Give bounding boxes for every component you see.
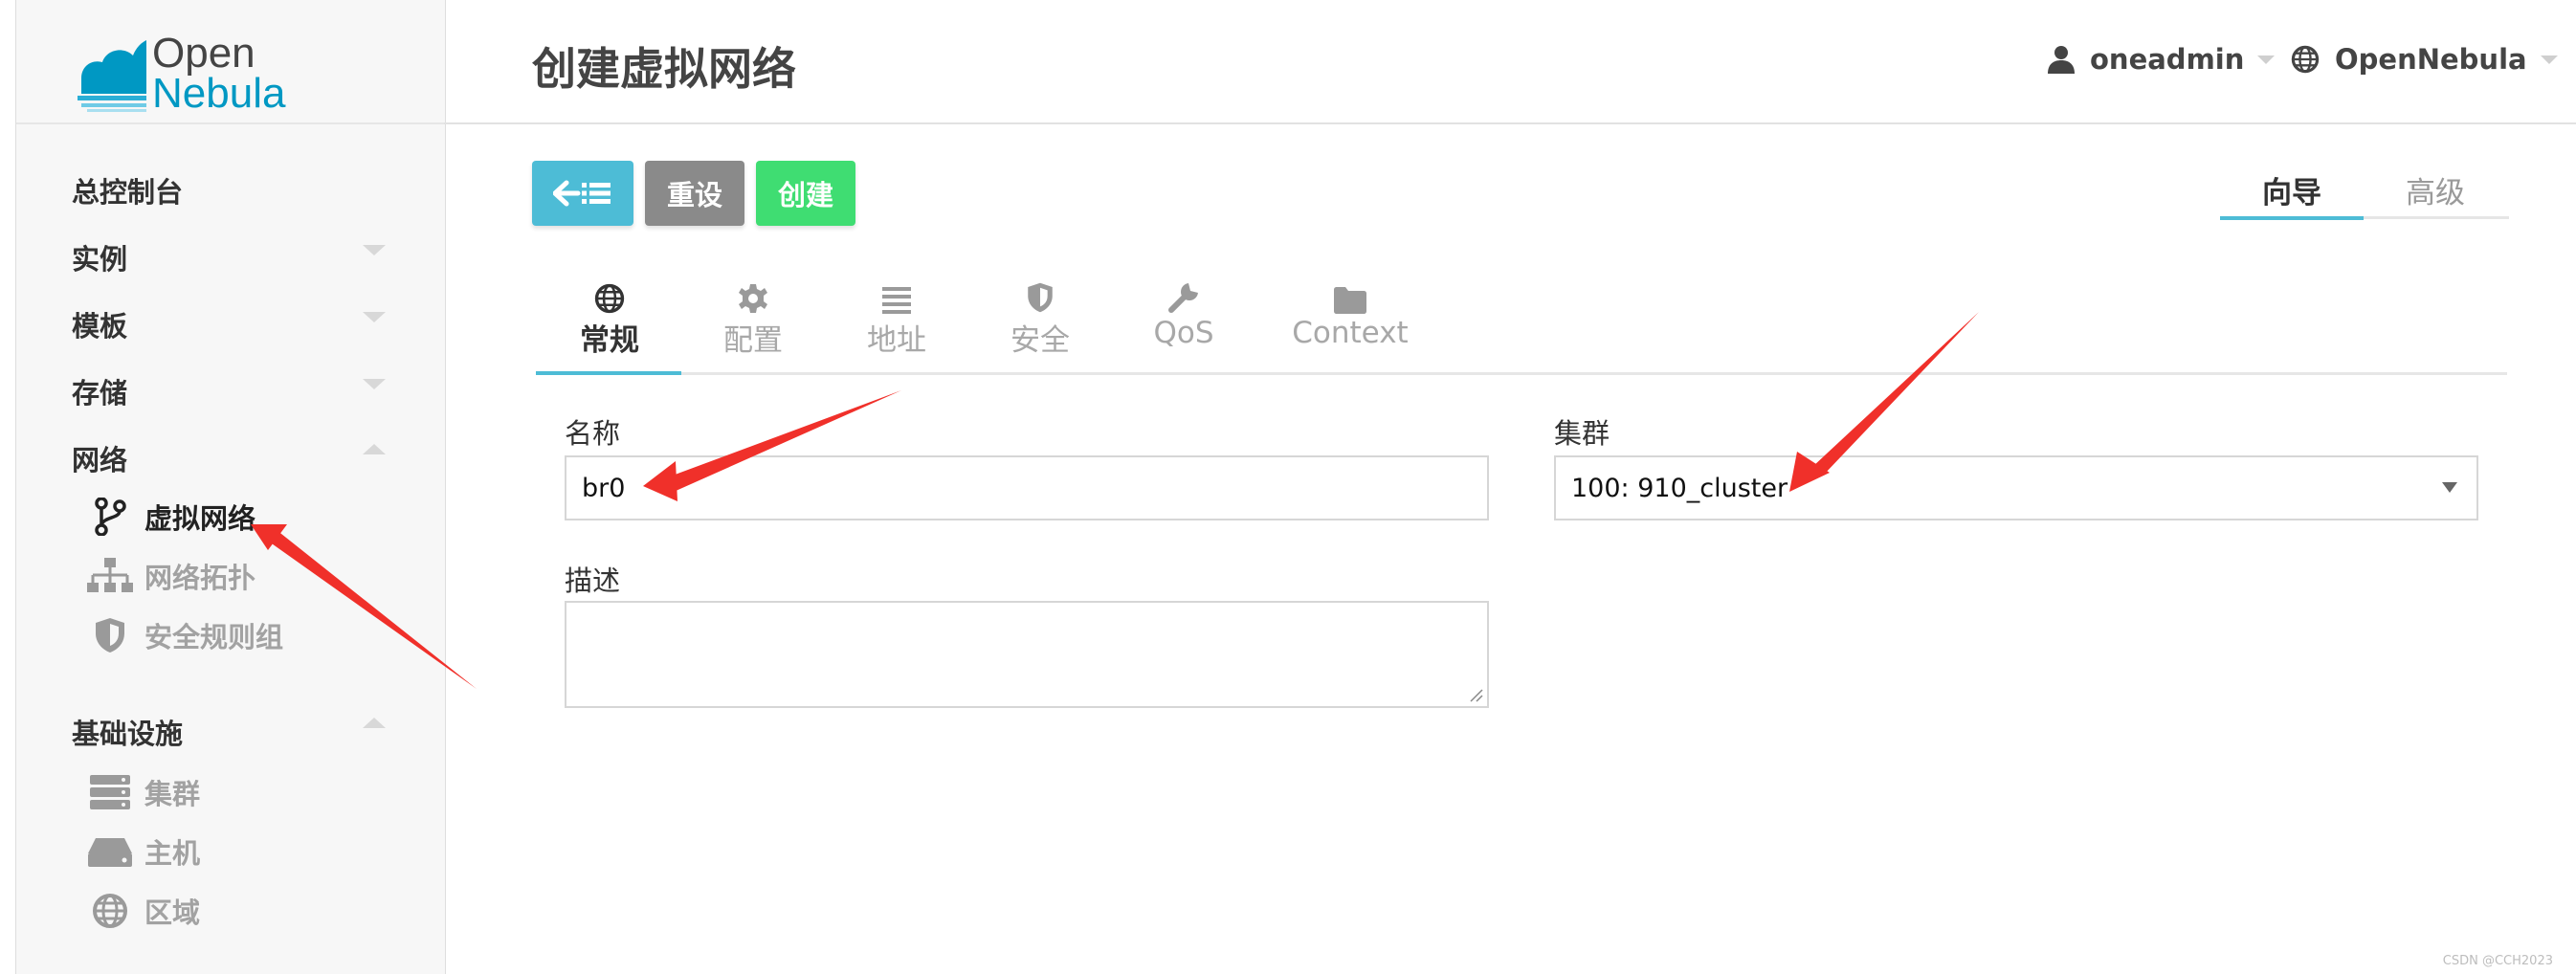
tab-label: QoS (1153, 316, 1214, 350)
name-input[interactable]: br0 (565, 455, 1489, 520)
tab-wizard[interactable]: 向导 (2262, 168, 2321, 212)
sidebar-item-infrastructure[interactable]: 基础设施 (72, 712, 183, 752)
sidebar-item-storage[interactable]: 存储 (72, 371, 127, 411)
page-title: 创建虚拟网络 (532, 43, 796, 95)
sidebar-item-network-topology[interactable]: 网络拓扑 (87, 555, 255, 597)
sidebar-item-network[interactable]: 网络 (72, 438, 127, 478)
zone-name: OpenNebula (2335, 43, 2527, 76)
tab-qos[interactable]: QoS (1121, 277, 1246, 350)
username: oneadmin (2090, 43, 2245, 76)
host-icon (87, 832, 133, 871)
cluster-select[interactable]: 100: 910_cluster (1554, 455, 2478, 520)
folder-icon (1288, 277, 1412, 314)
chevron-down-icon[interactable] (363, 379, 386, 389)
wrench-icon (1121, 277, 1246, 314)
shield-icon (87, 616, 133, 654)
cluster-label: 集群 (1554, 417, 1610, 450)
sidebar-item-label: 虚拟网络 (144, 502, 256, 535)
description-label: 描述 (565, 564, 621, 597)
globe-icon (547, 277, 672, 314)
shield-icon (978, 277, 1102, 314)
dropdown-caret-icon (2442, 482, 2457, 493)
nebula-cloud-icon (78, 40, 146, 112)
sidebar-item-zones[interactable]: 区域 (87, 890, 200, 932)
sidebar-item-security-groups[interactable]: 安全规则组 (87, 614, 283, 656)
cluster-selected-value: 100: 910_cluster (1571, 473, 1788, 503)
back-to-list-button[interactable] (532, 161, 633, 226)
sidebar-item-clusters[interactable]: 集群 (87, 771, 200, 813)
mode-active-indicator (2220, 216, 2364, 220)
chevron-down-icon[interactable] (363, 312, 386, 322)
sidebar-item-label: 主机 (144, 837, 201, 870)
chevron-down-icon (2540, 55, 2558, 64)
list-icon (834, 277, 959, 314)
brand-nebula: Nebula (152, 70, 286, 117)
sidebar-item-templates[interactable]: 模板 (72, 304, 127, 344)
server-stack-icon (87, 773, 133, 811)
topology-icon (87, 557, 133, 595)
tab-label: 地址 (867, 323, 926, 358)
tab-addresses[interactable]: 地址 (834, 277, 959, 359)
description-textarea[interactable] (565, 601, 1489, 708)
tab-general[interactable]: 常规 (547, 277, 672, 359)
sidebar: Open Nebula 总控制台 实例 模板 存储 网络 虚拟网络 网络拓扑 安… (15, 0, 446, 974)
tab-config[interactable]: 配置 (691, 277, 815, 359)
globe-icon (87, 892, 133, 930)
sidebar-item-hosts[interactable]: 主机 (87, 830, 200, 873)
tab-security[interactable]: 安全 (978, 277, 1102, 359)
zone-menu[interactable]: OpenNebula (2291, 38, 2558, 80)
tab-context[interactable]: Context (1288, 277, 1412, 350)
reset-button[interactable]: 重设 (645, 161, 744, 226)
gear-icon (691, 277, 815, 314)
sidebar-item-dashboard[interactable]: 总控制台 (72, 170, 183, 210)
sidebar-item-instances[interactable]: 实例 (72, 237, 127, 277)
sidebar-item-label: 安全规则组 (144, 621, 284, 653)
opennebula-logo[interactable]: Open Nebula (74, 33, 313, 117)
sidebar-divider (16, 122, 445, 124)
chevron-down-icon[interactable] (363, 245, 386, 255)
sidebar-item-label: 网络拓扑 (144, 562, 256, 594)
chevron-up-icon[interactable] (363, 718, 386, 728)
tab-label: Context (1292, 316, 1409, 350)
chevron-down-icon (2257, 55, 2276, 64)
sidebar-item-virtual-network[interactable]: 虚拟网络 (87, 496, 255, 538)
globe-icon (2291, 45, 2320, 74)
brand-open: Open (152, 30, 255, 77)
tab-label: 安全 (1010, 323, 1070, 358)
user-icon (2048, 45, 2075, 74)
header-divider (444, 122, 2576, 124)
sidebar-item-label: 区域 (144, 897, 201, 929)
name-label: 名称 (565, 417, 621, 450)
chevron-up-icon[interactable] (363, 444, 386, 454)
tab-label: 常规 (580, 323, 639, 358)
user-menu[interactable]: oneadmin (2048, 38, 2276, 80)
network-branch-icon (87, 498, 133, 536)
tab-advanced[interactable]: 高级 (2406, 168, 2465, 212)
tab-label: 配置 (723, 323, 783, 358)
sidebar-item-label: 集群 (144, 778, 201, 810)
tab-active-indicator (536, 371, 681, 375)
create-button[interactable]: 创建 (756, 161, 855, 226)
tabs-underline (536, 372, 2507, 375)
back-list-icon (553, 179, 612, 208)
resize-handle-icon[interactable] (1468, 687, 1483, 702)
watermark: CSDN @CCH2023 (2442, 954, 2553, 968)
